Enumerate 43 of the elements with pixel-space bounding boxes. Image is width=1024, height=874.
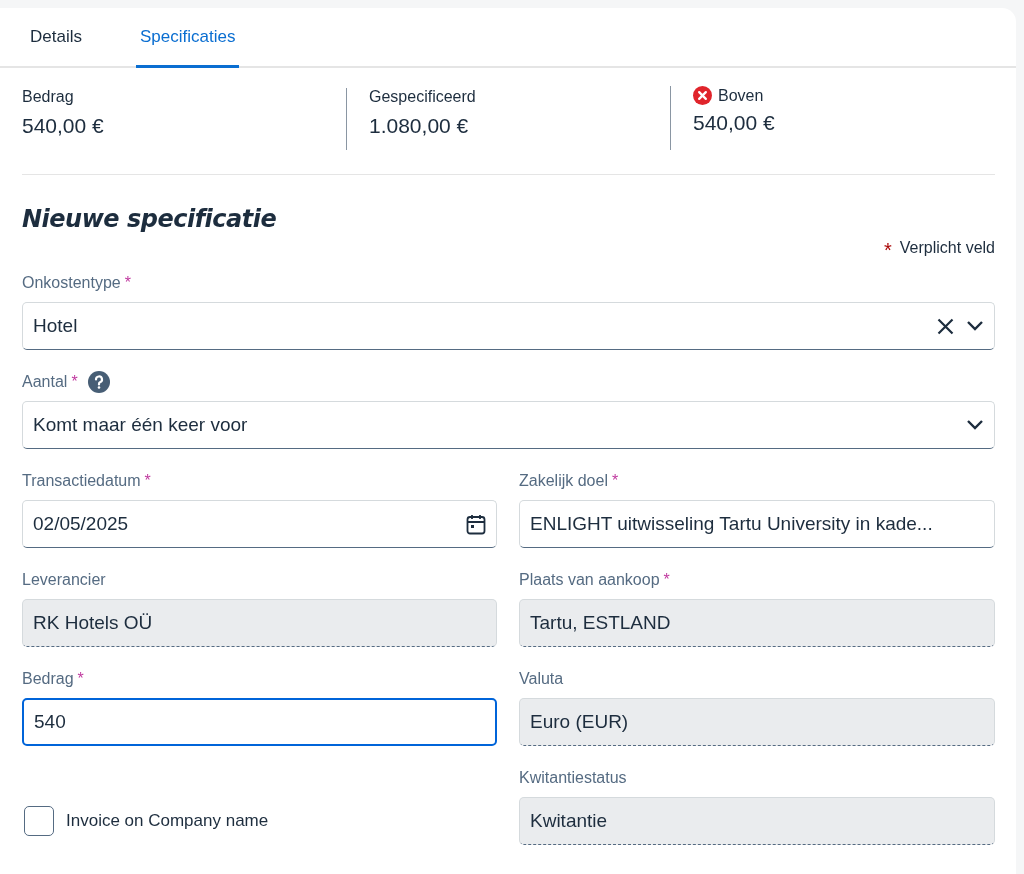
summary-label: Boven <box>718 86 764 105</box>
field-label: Aantal <box>22 373 68 391</box>
input-field[interactable]: ENLIGHT uitwisseling Tartu University in kade... <box>519 500 995 548</box>
field-label: Leverancier <box>22 571 106 589</box>
field-label: Zakelijk doel <box>519 472 608 490</box>
required-mark: * <box>144 472 151 490</box>
required-mark: * <box>611 472 619 490</box>
summary-label: Bedrag <box>22 88 74 106</box>
chevron-down-icon[interactable] <box>966 320 984 332</box>
required-mark: * <box>884 239 892 262</box>
summary-value: 1.080,00 € <box>369 114 470 138</box>
dropdown-field[interactable]: Komt maar één keer voor <box>22 401 995 449</box>
field-label: Plaats van aankoop <box>519 571 660 589</box>
date-field[interactable]: 02/05/2025 <box>22 500 497 548</box>
checkbox-label: Invoice on Company name <box>66 811 269 831</box>
required-mark: * <box>77 670 84 688</box>
chevron-down-icon[interactable] <box>966 419 984 431</box>
checkbox[interactable] <box>24 806 54 836</box>
input-field[interactable]: 540 <box>22 698 497 746</box>
summary-value: 540,00 € <box>22 114 105 138</box>
read-only-field: Euro (EUR) <box>519 698 995 746</box>
read-only-field: Tartu, ESTLAND <box>519 599 995 647</box>
required-mark: * <box>124 274 131 292</box>
form-title: Nieuwe specificatie <box>22 205 278 233</box>
help-icon[interactable] <box>87 371 110 393</box>
tab[interactable]: Specificaties <box>135 8 240 68</box>
required-mark: * <box>71 373 78 391</box>
summary-value: 540,00 € <box>693 111 776 135</box>
error-icon <box>693 86 712 105</box>
field-label: Bedrag <box>22 670 74 688</box>
read-only-field: RK Hotels OÜ <box>22 599 497 647</box>
field-label: Valuta <box>519 670 564 688</box>
field-label: Kwitantiestatus <box>519 769 627 787</box>
field-label: Onkostentype <box>22 274 121 292</box>
calendar-icon[interactable] <box>466 513 486 535</box>
clear-icon[interactable] <box>937 317 954 335</box>
summary-label: Gespecificeerd <box>369 88 476 106</box>
dropdown-field[interactable]: Hotel <box>22 302 995 350</box>
tab[interactable]: Details <box>26 8 86 68</box>
read-only-field: Kwitantie <box>519 797 995 845</box>
required-legend: Verplicht veld <box>899 239 995 262</box>
field-label: Transactiedatum <box>22 472 141 490</box>
required-mark: * <box>663 571 670 589</box>
